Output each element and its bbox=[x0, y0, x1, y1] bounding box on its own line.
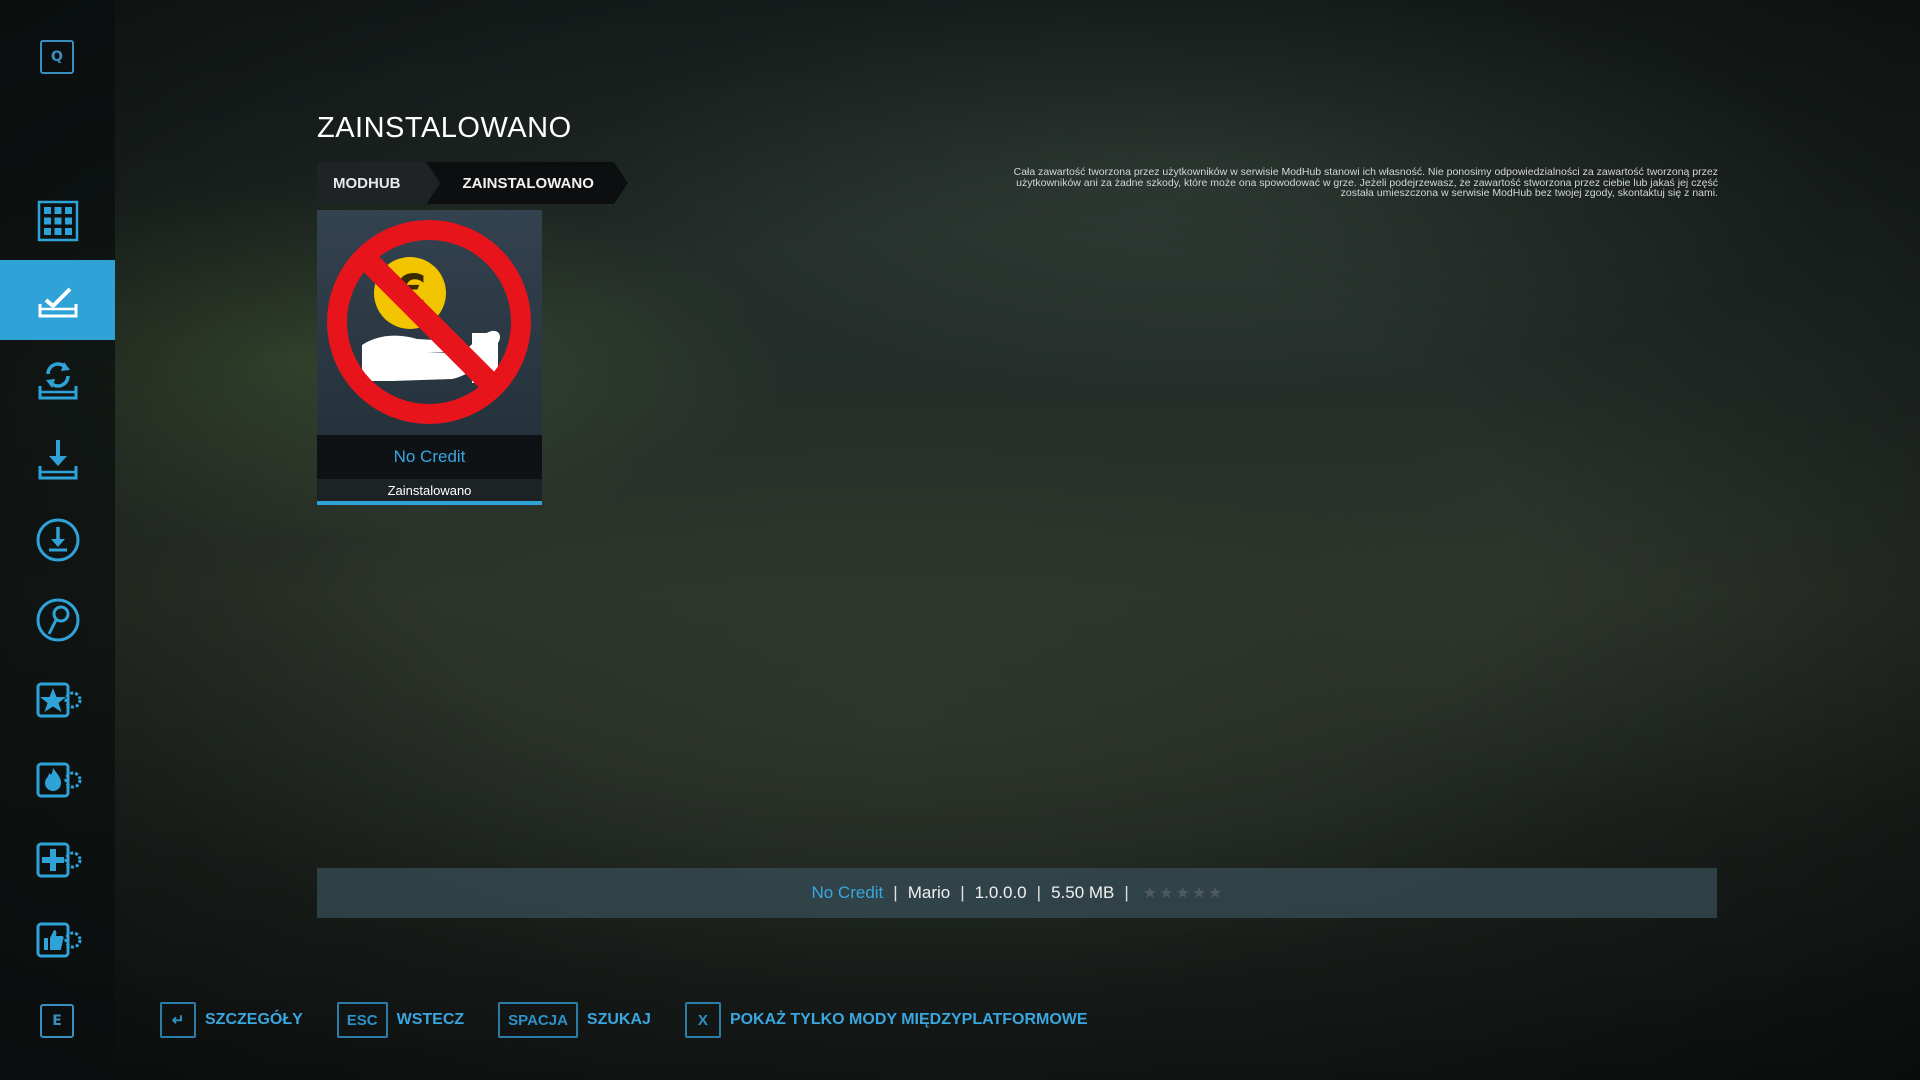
rating-stars: ★ ★ ★ ★ ★ bbox=[1143, 883, 1223, 903]
download-circle-icon bbox=[36, 518, 79, 562]
download-tray-icon bbox=[38, 440, 77, 480]
sidebar-item-installed[interactable] bbox=[0, 260, 115, 340]
esc-key-icon: ESC bbox=[336, 1002, 388, 1038]
sidebar-item-updates[interactable] bbox=[0, 340, 115, 420]
star-icon: ★ bbox=[1175, 885, 1190, 902]
space-key-icon: SPACJA bbox=[498, 1002, 578, 1038]
crossplatform-filter-label: POKAŻ TYLKO MODY MIĘDZYPLATFORMOWE bbox=[729, 1011, 1088, 1028]
star-icon: ★ bbox=[1208, 885, 1223, 902]
sidebar-item-maps[interactable] bbox=[0, 580, 115, 660]
background-vignette bbox=[0, 0, 1920, 1080]
star-gear-icon bbox=[36, 682, 81, 718]
info-mod-name: No Credit bbox=[811, 883, 884, 902]
info-size: 5.50 MB bbox=[1051, 883, 1115, 902]
page-title: ZAINSTALOWANO bbox=[317, 112, 572, 144]
info-separator: | bbox=[893, 883, 898, 902]
installed-mods-icon bbox=[38, 287, 77, 318]
details-button[interactable]: ↵ SZCZEGÓŁY bbox=[160, 1002, 303, 1038]
enter-key-icon: ↵ bbox=[160, 1002, 196, 1038]
sidebar-item-popular-mods[interactable] bbox=[0, 740, 115, 820]
sidebar-item-downloads[interactable] bbox=[0, 420, 115, 500]
no-credit-euro-icon: € bbox=[327, 220, 531, 424]
grid-icon bbox=[37, 200, 78, 242]
info-version: 1.0.0.0 bbox=[974, 883, 1027, 902]
action-bar: ↵ SZCZEGÓŁY ESC WSTECZ SPACJA SZUKAJ X P… bbox=[160, 1002, 1122, 1038]
star-icon: ★ bbox=[1191, 885, 1207, 902]
prev-tab-key-hint[interactable]: Q bbox=[40, 40, 74, 74]
disclaimer-text: Cała zawartość tworzona przez użytkownik… bbox=[860, 167, 1718, 199]
plus-gear-icon bbox=[36, 842, 81, 878]
back-button[interactable]: ESC WSTECZ bbox=[336, 1002, 465, 1038]
breadcrumb-installed: ZAINSTALOWANO bbox=[427, 162, 628, 204]
star-icon: ★ bbox=[1142, 885, 1158, 902]
info-separator: | bbox=[1036, 883, 1042, 902]
breadcrumb: MODHUB ZAINSTALOWANO bbox=[317, 162, 628, 204]
next-tab-key-hint[interactable]: E bbox=[40, 1004, 74, 1038]
breadcrumb-modhub[interactable]: MODHUB bbox=[317, 162, 439, 204]
sidebar: Q E bbox=[0, 0, 115, 1080]
map-pin-icon bbox=[36, 598, 79, 642]
details-label: SZCZEGÓŁY bbox=[205, 1011, 303, 1028]
crossplatform-filter-button[interactable]: X POKAŻ TYLKO MODY MIĘDZYPLATFORMOWE bbox=[684, 1002, 1088, 1038]
star-icon: ★ bbox=[1159, 885, 1174, 902]
disclaimer-line-1: Cała zawartość tworzona przez użytkownik… bbox=[1013, 166, 1718, 178]
mod-thumbnail: € bbox=[317, 210, 542, 435]
sidebar-item-new-mods[interactable] bbox=[0, 820, 115, 900]
mod-card[interactable]: € No Credit Zainstalowano bbox=[317, 210, 542, 505]
update-mods-icon bbox=[38, 362, 77, 400]
mod-card-status-bar bbox=[317, 501, 542, 505]
info-author: Mario bbox=[907, 883, 951, 902]
info-separator: | bbox=[1124, 883, 1129, 902]
sidebar-item-download-queue[interactable] bbox=[0, 500, 115, 580]
back-label: WSTECZ bbox=[396, 1011, 465, 1028]
thumb-gear-icon bbox=[36, 922, 81, 958]
search-label: SZUKAJ bbox=[586, 1011, 651, 1028]
fire-gear-icon bbox=[36, 762, 81, 798]
sidebar-item-recommended-mods[interactable] bbox=[0, 900, 115, 980]
sidebar-item-best-mods[interactable] bbox=[0, 660, 115, 740]
mod-card-status: Zainstalowano bbox=[317, 479, 542, 501]
mod-info-bar: No Credit | Mario | 1.0.0.0 | 5.50 MB | … bbox=[317, 868, 1717, 918]
info-separator: | bbox=[960, 883, 965, 902]
disclaimer-line-3: została umieszczona w serwisie ModHub be… bbox=[1340, 187, 1718, 199]
mod-card-title: No Credit bbox=[317, 435, 542, 479]
x-key-icon: X bbox=[684, 1002, 721, 1038]
search-button[interactable]: SPACJA SZUKAJ bbox=[498, 1002, 651, 1038]
sidebar-item-all-mods[interactable] bbox=[0, 181, 115, 261]
